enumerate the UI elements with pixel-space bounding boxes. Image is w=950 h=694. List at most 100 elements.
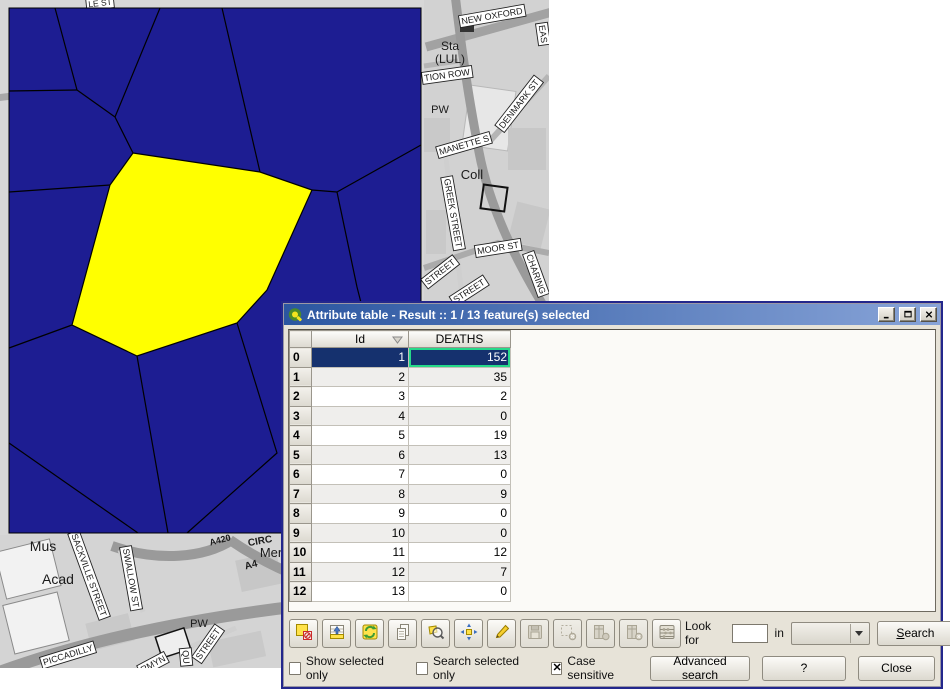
cell-id[interactable]: 10 (312, 523, 409, 543)
cell-id[interactable]: 13 (312, 582, 409, 602)
cell-id[interactable]: 6 (312, 445, 409, 465)
cell-deaths[interactable]: 0 (409, 465, 511, 485)
row-header[interactable]: 11 (290, 562, 312, 582)
checkbox-unchecked-icon[interactable] (289, 662, 301, 675)
cell-deaths[interactable]: 2 (409, 387, 511, 407)
svg-text:PW: PW (431, 104, 449, 116)
row-header[interactable]: 5 (290, 445, 312, 465)
cell-deaths[interactable]: 152 (409, 348, 511, 368)
cell-id[interactable]: 5 (312, 426, 409, 446)
cell-deaths[interactable]: 9 (409, 484, 511, 504)
invert-selection-icon (360, 622, 380, 645)
checkbox-checked-icon[interactable]: ✕ (551, 662, 563, 675)
table-row[interactable]: 789 (290, 484, 511, 504)
pan-to-selection-icon (459, 622, 479, 645)
column-header-deaths[interactable]: DEATHS (409, 331, 511, 348)
cell-deaths[interactable]: 0 (409, 406, 511, 426)
field-calculator-button[interactable] (652, 619, 681, 648)
footer: Show selected onlySearch selected only✕C… (288, 654, 936, 682)
row-header[interactable]: 8 (290, 504, 312, 524)
table-row[interactable]: 1235 (290, 367, 511, 387)
save-edits-icon (525, 622, 545, 645)
table-row[interactable]: 11127 (290, 562, 511, 582)
svg-text:(LUL): (LUL) (435, 52, 465, 66)
cell-deaths[interactable]: 0 (409, 523, 511, 543)
svg-text:Acad: Acad (42, 571, 74, 587)
row-header[interactable]: 10 (290, 543, 312, 563)
move-selected-to-top-button[interactable] (322, 619, 351, 648)
table-row[interactable]: 890 (290, 504, 511, 524)
cell-id[interactable]: 2 (312, 367, 409, 387)
table-row[interactable]: 9100 (290, 523, 511, 543)
column-header-deaths-label: DEATHS (436, 332, 484, 346)
table-row[interactable]: 340 (290, 406, 511, 426)
copy-rows-button[interactable] (388, 619, 417, 648)
cell-id[interactable]: 4 (312, 406, 409, 426)
row-header[interactable]: 3 (290, 406, 312, 426)
cell-deaths[interactable]: 35 (409, 367, 511, 387)
row-header[interactable]: 9 (290, 523, 312, 543)
sort-descending-icon (392, 336, 403, 344)
toggle-editing-button[interactable] (487, 619, 516, 648)
move-selected-to-top-icon (327, 622, 347, 645)
cell-id[interactable]: 11 (312, 543, 409, 563)
look-for-input[interactable] (732, 624, 768, 643)
search-group: Look for in Search (685, 619, 950, 647)
qgis-screen: LE STNEW OXFORDEASSta(LUL)TION ROWPWDENM… (0, 0, 950, 694)
cell-deaths[interactable]: 0 (409, 582, 511, 602)
window-titlebar[interactable]: Attribute table - Result :: 1 / 13 featu… (284, 304, 940, 325)
in-label: in (775, 626, 784, 640)
table-row[interactable]: 670 (290, 465, 511, 485)
table-row[interactable]: 01152 (290, 348, 511, 368)
table-row[interactable]: 12130 (290, 582, 511, 602)
zoom-to-selection-button[interactable] (421, 619, 450, 648)
invert-selection-button[interactable] (355, 619, 384, 648)
cell-deaths[interactable]: 7 (409, 562, 511, 582)
street-label: Acad (42, 571, 74, 587)
row-header[interactable]: 1 (290, 367, 312, 387)
checkbox-unchecked-icon[interactable] (416, 662, 428, 675)
row-header[interactable]: 0 (290, 348, 312, 368)
attribute-table-viewport[interactable]: Id DEATHS 011521235232340451956136707898… (288, 329, 936, 612)
row-header[interactable]: 4 (290, 426, 312, 446)
row-header[interactable]: 12 (290, 582, 312, 602)
svg-text:PW: PW (190, 618, 208, 630)
table-row[interactable]: 232 (290, 387, 511, 407)
chevron-down-icon[interactable] (850, 624, 868, 643)
help-button[interactable]: ? (762, 656, 846, 681)
row-header[interactable]: 2 (290, 387, 312, 407)
cell-id[interactable]: 9 (312, 504, 409, 524)
pan-to-selection-button[interactable] (454, 619, 483, 648)
row-header[interactable]: 7 (290, 484, 312, 504)
advanced-search-button[interactable]: Advanced search (650, 656, 750, 681)
column-header-id[interactable]: Id (312, 331, 409, 348)
cell-id[interactable]: 3 (312, 387, 409, 407)
cell-deaths[interactable]: 0 (409, 504, 511, 524)
table-row[interactable]: 101112 (290, 543, 511, 563)
table-corner-cell[interactable] (290, 331, 312, 348)
column-select-dropdown[interactable] (791, 622, 870, 645)
delete-selected-icon (558, 622, 578, 645)
new-column-icon (591, 622, 611, 645)
close-dialog-button[interactable]: Close (858, 656, 935, 681)
maximize-button[interactable] (899, 307, 916, 322)
cell-id[interactable]: 7 (312, 465, 409, 485)
search-button[interactable]: Search (877, 621, 950, 646)
cell-deaths[interactable]: 12 (409, 543, 511, 563)
cell-id[interactable]: 12 (312, 562, 409, 582)
cell-id[interactable]: 8 (312, 484, 409, 504)
close-icon[interactable] (920, 307, 937, 322)
cell-deaths[interactable]: 19 (409, 426, 511, 446)
delete-selected-button (553, 619, 582, 648)
table-row[interactable]: 5613 (290, 445, 511, 465)
cell-deaths[interactable]: 13 (409, 445, 511, 465)
street-label: Sta (441, 39, 459, 53)
row-header[interactable]: 6 (290, 465, 312, 485)
minimize-button[interactable] (878, 307, 895, 322)
svg-text:Mus: Mus (30, 538, 56, 554)
unselect-all-icon (294, 622, 314, 645)
checkbox-label: Show selected only (306, 654, 398, 682)
cell-id[interactable]: 1 (312, 348, 409, 368)
table-row[interactable]: 4519 (290, 426, 511, 446)
unselect-all-button[interactable] (289, 619, 318, 648)
